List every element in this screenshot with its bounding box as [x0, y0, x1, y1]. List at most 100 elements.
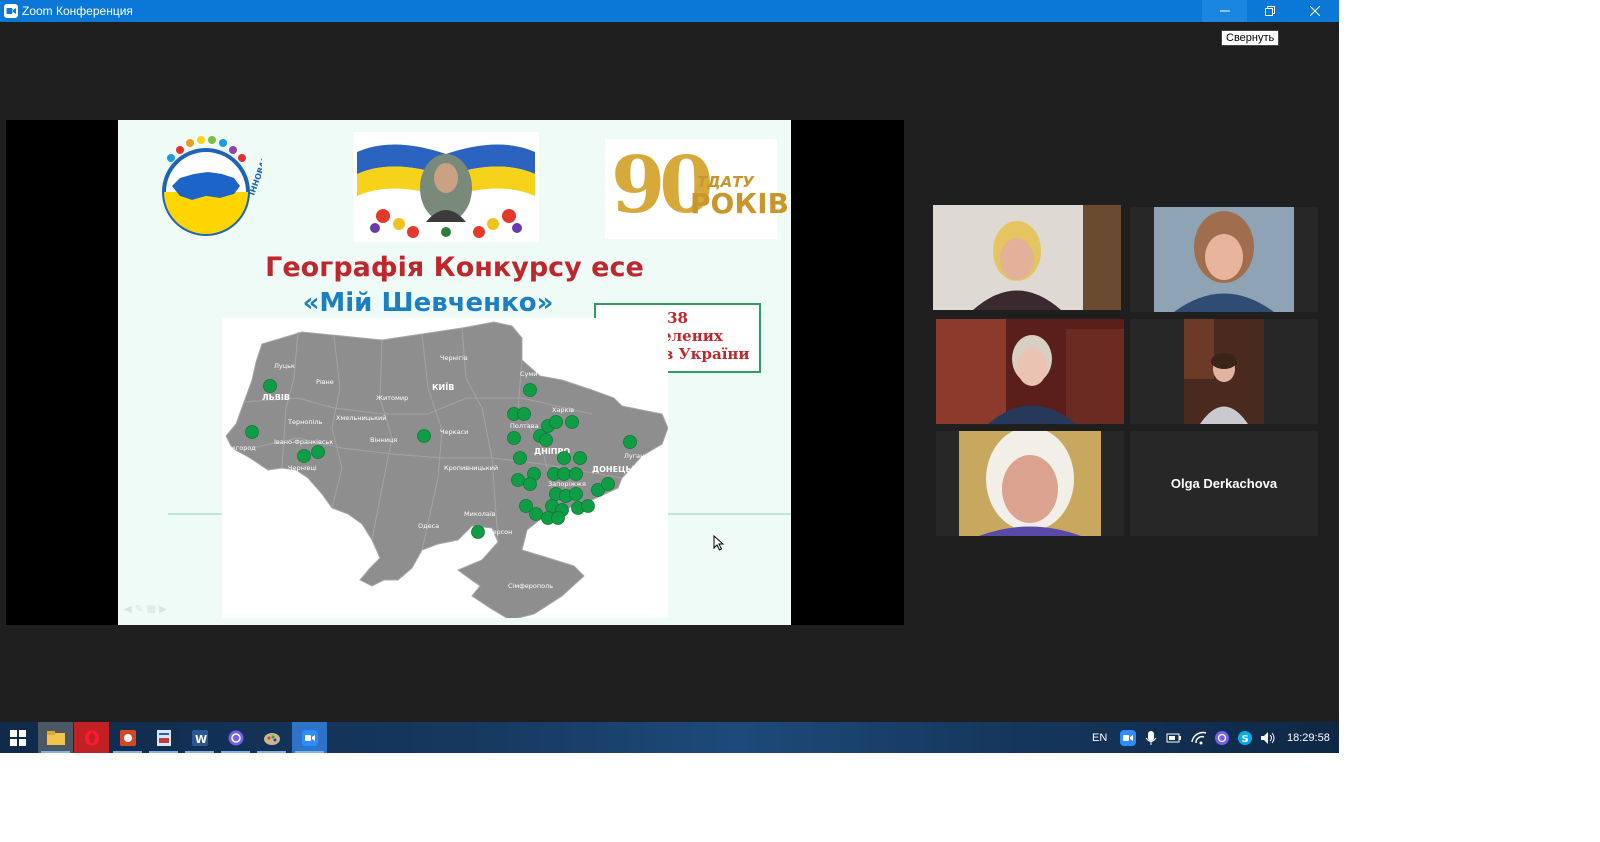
- zoom-icon: [301, 729, 318, 746]
- next-slide-icon[interactable]: ▶: [159, 604, 167, 615]
- participant-video-4: [1184, 319, 1264, 424]
- map-city-label: Луцьк: [274, 362, 295, 370]
- map-city-label: Чернігів: [440, 354, 468, 362]
- word-icon: W: [191, 729, 208, 746]
- map-city-label: Житомир: [376, 394, 408, 402]
- mouse-cursor-icon: [713, 535, 725, 551]
- powerpoint-icon: [119, 729, 136, 746]
- participant-video-1: [933, 205, 1121, 310]
- viber-tray-icon[interactable]: [1214, 730, 1230, 746]
- prev-slide-icon[interactable]: ◀: [124, 604, 132, 615]
- participant-tile-6[interactable]: Olga Derkachova: [1130, 431, 1318, 536]
- map-participant-dot: [557, 451, 571, 465]
- participant-tile-5[interactable]: [936, 431, 1124, 536]
- slide-title: Географія Конкурсу есе: [265, 252, 644, 283]
- taskbar-app-viber[interactable]: [218, 722, 253, 753]
- language-indicator[interactable]: EN: [1092, 722, 1107, 753]
- map-city-label: Одеса: [418, 522, 439, 530]
- map-city-label: Полтава: [510, 422, 539, 430]
- zoom-tray-icon[interactable]: [1120, 730, 1136, 746]
- taskbar-app-word[interactable]: W: [182, 722, 217, 753]
- slide-nav-controls[interactable]: ◀ ✎ ▦ ▶: [124, 604, 204, 618]
- map-city-label: Хмельницький: [336, 414, 386, 422]
- wifi-icon[interactable]: [1191, 730, 1207, 746]
- svg-text:W: W: [195, 733, 207, 746]
- map-city-label: Херсон: [488, 528, 512, 536]
- map-city-label: Черкаси: [440, 428, 468, 436]
- participant-video-2: [1154, 207, 1294, 312]
- participant-tile-4[interactable]: [1130, 319, 1318, 424]
- minimize-tooltip: Свернуть: [1221, 30, 1280, 46]
- clock[interactable]: 18:29:58: [1287, 722, 1330, 753]
- taskbar-app-paint[interactable]: [254, 722, 289, 753]
- file-explorer-icon: [46, 730, 65, 745]
- map-participant-dot: [623, 435, 637, 449]
- map-city-label: ЛЬВІВ: [262, 393, 290, 402]
- map-city-label: Луганськ: [624, 452, 656, 460]
- map-participant-dot: [507, 431, 521, 445]
- participant-name: Olga Derkachova: [1170, 476, 1278, 491]
- map-participant-dot: [539, 433, 553, 447]
- participant-tile-1[interactable]: [933, 205, 1121, 310]
- map-participant-dot: [523, 383, 537, 397]
- map-participant-dot: [557, 467, 571, 481]
- microphone-icon[interactable]: [1143, 730, 1159, 746]
- close-button[interactable]: [1292, 0, 1337, 22]
- innovative-horizons-logo: ІННОВАЦІЙНІ ОБРІЇ УКРАЇНИ: [162, 134, 262, 236]
- map-city-label: Чернівці: [288, 464, 317, 472]
- taskbar-app-opera[interactable]: [74, 722, 109, 753]
- slide-divider-right: [668, 513, 791, 515]
- taskbar-app-zoom[interactable]: [292, 722, 327, 753]
- minimize-button[interactable]: [1202, 0, 1247, 22]
- close-icon: [1309, 6, 1320, 16]
- file-manager-icon: [156, 729, 171, 746]
- volume-icon[interactable]: [1260, 730, 1276, 746]
- map-participant-dot: [513, 451, 527, 465]
- map-city-label: Кропивницький: [444, 464, 498, 472]
- opera-icon: [84, 730, 99, 745]
- map-participant-dot: [471, 525, 485, 539]
- map-city-label: Ужгород: [226, 444, 256, 452]
- map-participant-dot: [523, 477, 537, 491]
- desktop-screen: Zoom Конференция Свернуть ІННОВАЦІЙНІ ОБ…: [0, 0, 1339, 753]
- map-city-label: Івано-Франківськ: [274, 438, 333, 446]
- slide-divider-left: [168, 513, 222, 515]
- svg-text:S: S: [1242, 734, 1249, 745]
- paint-icon: [263, 732, 280, 745]
- participant-tile-2[interactable]: [1130, 207, 1318, 312]
- slides-grid-icon[interactable]: ▦: [146, 604, 155, 615]
- restore-button[interactable]: [1247, 0, 1292, 22]
- map-city-label: Суми: [520, 370, 538, 378]
- start-icon: [9, 729, 26, 746]
- start-button[interactable]: [0, 722, 35, 753]
- map-city-label: Миколаїв: [464, 510, 496, 518]
- participant-video-3: [936, 319, 1124, 424]
- restore-icon: [1264, 6, 1275, 16]
- map-participant-dot: [581, 499, 595, 513]
- window-title: Zoom Конференция: [22, 4, 133, 18]
- taskbar-app-file-manager[interactable]: [146, 722, 181, 753]
- title-bar: Zoom Конференция: [0, 0, 1339, 22]
- presentation-slide: ІННОВАЦІЙНІ ОБРІЇ УКРАЇНИ 90 ТДАТУ РОКІВ…: [118, 120, 791, 625]
- map-city-label: Сімферополь: [508, 582, 553, 590]
- map-participant-dot: [549, 415, 563, 429]
- map-participant-dot: [601, 477, 615, 491]
- map-participant-dot: [297, 449, 311, 463]
- taskbar-app-explorer[interactable]: [38, 722, 73, 753]
- battery-icon[interactable]: [1166, 730, 1182, 746]
- taskbar-app-powerpoint[interactable]: [110, 722, 145, 753]
- skype-icon[interactable]: S: [1237, 730, 1253, 746]
- map-city-label: Вінниця: [370, 436, 397, 444]
- map-city-label: Тернопіль: [287, 418, 323, 426]
- map-participant-dot: [245, 425, 259, 439]
- shevchenko-banner: [353, 132, 539, 242]
- map-city-label: Харків: [552, 406, 574, 414]
- minimize-icon: [1219, 10, 1230, 12]
- pen-icon[interactable]: ✎: [135, 604, 143, 615]
- participant-tile-3[interactable]: [936, 319, 1124, 424]
- map-city-label: ДОНЕЦЬК: [592, 465, 639, 474]
- ukraine-map: Чернігів Луцьк Рівне Суми Житомир КИЇВ ЛЬВІВ Ха…: [225, 321, 668, 618]
- map-participant-dot: [569, 467, 583, 481]
- map-participant-dot: [511, 473, 525, 487]
- map-participant-dot: [311, 445, 325, 459]
